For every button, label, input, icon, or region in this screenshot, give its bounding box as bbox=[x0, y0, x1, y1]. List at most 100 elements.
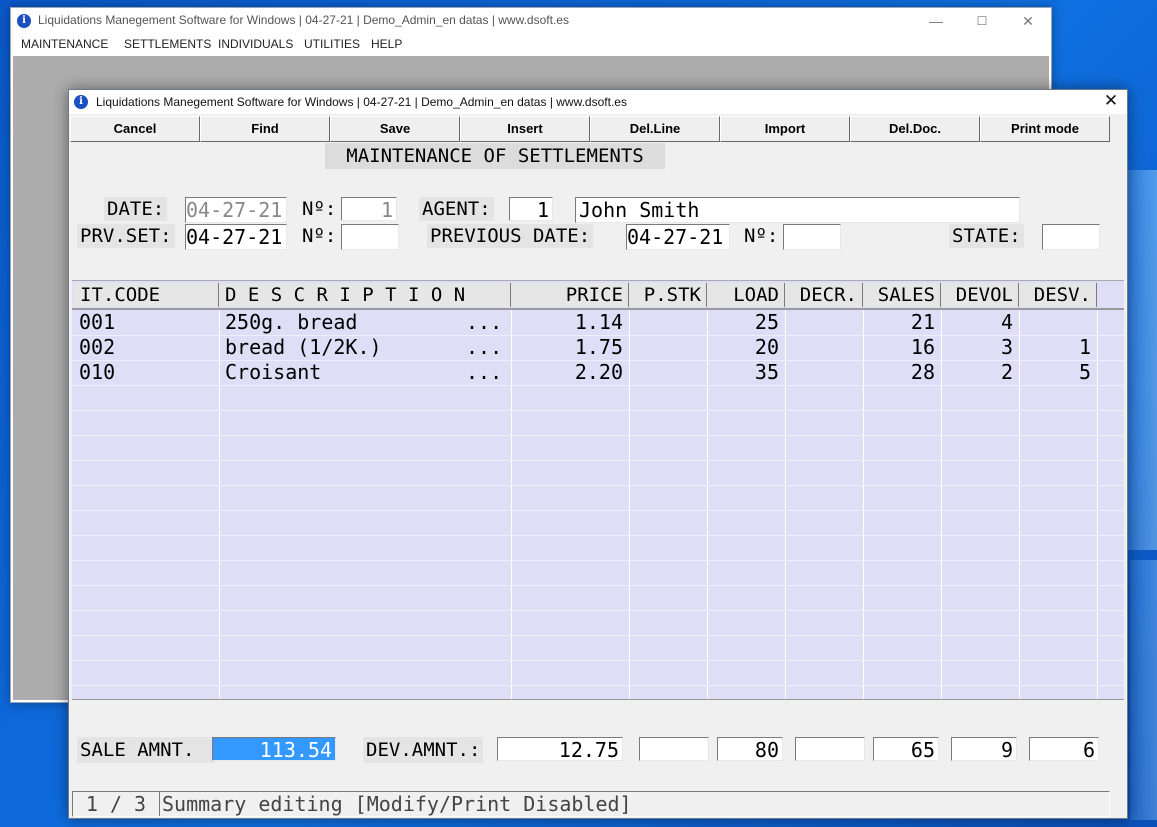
cell-code[interactable]: 010 bbox=[79, 360, 115, 385]
cell-description[interactable]: 250g. bread bbox=[225, 310, 357, 335]
col-header-devol[interactable]: DEVOL bbox=[941, 283, 1019, 307]
sale-amount-field[interactable]: 113.54 bbox=[212, 737, 336, 761]
col-header-decr[interactable]: DECR. bbox=[785, 283, 863, 307]
decr-total-field[interactable] bbox=[795, 737, 865, 761]
menu-maintenance[interactable]: MAINTENANCE bbox=[21, 37, 108, 51]
cell-code[interactable]: 002 bbox=[79, 335, 115, 360]
menu-settlements[interactable]: SETTLEMENTS bbox=[124, 37, 211, 51]
grid-hline bbox=[72, 460, 1124, 461]
col-header-load[interactable]: LOAD bbox=[707, 283, 785, 307]
grid-hline bbox=[72, 385, 1124, 386]
col-header-price[interactable]: PRICE bbox=[511, 283, 629, 307]
col-header-description[interactable]: D E S C R I P T I O N bbox=[219, 283, 511, 307]
state-field[interactable] bbox=[1042, 224, 1100, 250]
cell-desv[interactable]: 1 bbox=[1019, 335, 1091, 360]
grid-hline bbox=[72, 685, 1124, 686]
cell-dots: ... bbox=[466, 360, 503, 384]
del-doc-button[interactable]: Del.Doc. bbox=[850, 116, 980, 142]
date-field[interactable]: 04-27-21 bbox=[185, 197, 287, 223]
page-indicator: 1 / 3 bbox=[73, 792, 160, 816]
close-settlements-button[interactable]: ✕ bbox=[1101, 91, 1121, 111]
menu-individuals[interactable]: INDIVIDUALS bbox=[218, 37, 293, 51]
cell-description[interactable]: bread (1/2K.) bbox=[225, 335, 382, 360]
main-title-bar[interactable]: i Liquidations Manegement Software for W… bbox=[11, 8, 1051, 34]
form-title: MAINTENANCE OF SETTLEMENTS bbox=[325, 143, 665, 169]
dev-amount-field[interactable]: 12.75 bbox=[497, 737, 623, 761]
find-button[interactable]: Find bbox=[200, 116, 330, 142]
import-button[interactable]: Import bbox=[720, 116, 850, 142]
prev-date-number-label: Nº: bbox=[744, 225, 779, 247]
grid-hline bbox=[72, 560, 1124, 561]
save-button[interactable]: Save bbox=[330, 116, 460, 142]
settlements-window-title: Liquidations Manegement Software for Win… bbox=[96, 95, 627, 109]
grid-vline bbox=[629, 310, 630, 699]
agent-name-field[interactable]: John Smith bbox=[575, 197, 1020, 223]
load-total-field[interactable]: 80 bbox=[717, 737, 783, 761]
grid-vline bbox=[1097, 310, 1098, 699]
status-message: Summary editing [Modify/Print Disabled] bbox=[162, 792, 632, 816]
maximize-button[interactable]: ☐ bbox=[959, 8, 1005, 34]
cell-price[interactable]: 1.75 bbox=[511, 335, 623, 360]
cell-sales[interactable]: 28 bbox=[863, 360, 935, 385]
cell-sales[interactable]: 21 bbox=[863, 310, 935, 335]
devol-total-field[interactable]: 9 bbox=[951, 737, 1017, 761]
grid-vline bbox=[219, 310, 220, 699]
cell-price[interactable]: 1.14 bbox=[511, 310, 623, 335]
number-field[interactable]: 1 bbox=[341, 197, 397, 221]
cell-devol[interactable]: 3 bbox=[941, 335, 1013, 360]
grid-hline bbox=[72, 660, 1124, 661]
cell-devol[interactable]: 4 bbox=[941, 310, 1013, 335]
desktop-light-beam-lower bbox=[1130, 560, 1157, 820]
col-header-itcode[interactable]: IT.CODE bbox=[74, 283, 219, 307]
cell-description[interactable]: Croisant bbox=[225, 360, 321, 385]
menu-utilities[interactable]: UTILITIES bbox=[304, 37, 360, 51]
cell-sales[interactable]: 16 bbox=[863, 335, 935, 360]
sales-total-field[interactable]: 65 bbox=[873, 737, 939, 761]
previous-date-field[interactable]: 04-27-21 bbox=[626, 224, 730, 250]
prv-set-label: PRV.SET: bbox=[77, 224, 175, 248]
cell-desv[interactable]: 5 bbox=[1019, 360, 1091, 385]
cell-load[interactable]: 35 bbox=[707, 360, 779, 385]
items-grid[interactable]: IT.CODE D E S C R I P T I O N PRICE P.ST… bbox=[72, 280, 1124, 700]
cancel-button[interactable]: Cancel bbox=[70, 116, 200, 142]
grid-vline bbox=[785, 310, 786, 699]
prv-set-field[interactable]: 04-27-21 bbox=[185, 224, 287, 250]
desv-total-field[interactable]: 6 bbox=[1029, 737, 1099, 761]
grid-hline bbox=[72, 510, 1124, 511]
print-mode-button[interactable]: Print mode bbox=[980, 116, 1110, 142]
date-label: DATE: bbox=[104, 197, 168, 221]
main-window-title: Liquidations Manegement Software for Win… bbox=[38, 13, 569, 27]
menu-help[interactable]: HELP bbox=[371, 37, 402, 51]
grid-hline bbox=[72, 585, 1124, 586]
prev-date-number-field[interactable] bbox=[783, 224, 841, 250]
toolbar: Cancel Find Save Insert Del.Line Import … bbox=[69, 116, 1110, 142]
cell-load[interactable]: 20 bbox=[707, 335, 779, 360]
del-line-button[interactable]: Del.Line bbox=[590, 116, 720, 142]
cell-price[interactable]: 2.20 bbox=[511, 360, 623, 385]
prv-number-label: Nº: bbox=[302, 225, 337, 247]
desktop-light-beam bbox=[1125, 170, 1157, 550]
cell-dots: ... bbox=[466, 310, 503, 334]
minimize-button[interactable]: — bbox=[913, 8, 959, 34]
cell-devol[interactable]: 2 bbox=[941, 360, 1013, 385]
grid-hline bbox=[72, 535, 1124, 536]
cell-dots: ... bbox=[466, 335, 503, 359]
grid-hline bbox=[72, 610, 1124, 611]
agent-label: AGENT: bbox=[419, 197, 494, 221]
cell-load[interactable]: 25 bbox=[707, 310, 779, 335]
col-header-sales[interactable]: SALES bbox=[863, 283, 941, 307]
sale-amount-label: SALE AMNT. bbox=[77, 737, 215, 763]
prv-number-field[interactable] bbox=[341, 224, 399, 250]
cell-code[interactable]: 001 bbox=[79, 310, 115, 335]
pstk-total-field[interactable] bbox=[639, 737, 709, 761]
state-label: STATE: bbox=[949, 224, 1024, 248]
settlements-title-bar[interactable]: i Liquidations Manegement Software for W… bbox=[69, 90, 1127, 114]
col-header-desv[interactable]: DESV. bbox=[1019, 283, 1097, 307]
insert-button[interactable]: Insert bbox=[460, 116, 590, 142]
window-info-icon: i bbox=[74, 95, 88, 109]
close-main-button[interactable]: ✕ bbox=[1005, 8, 1051, 34]
grid-hline bbox=[72, 635, 1124, 636]
agent-code-field[interactable]: 1 bbox=[509, 197, 553, 221]
col-header-pstk[interactable]: P.STK bbox=[629, 283, 707, 307]
grid-hline bbox=[72, 435, 1124, 436]
